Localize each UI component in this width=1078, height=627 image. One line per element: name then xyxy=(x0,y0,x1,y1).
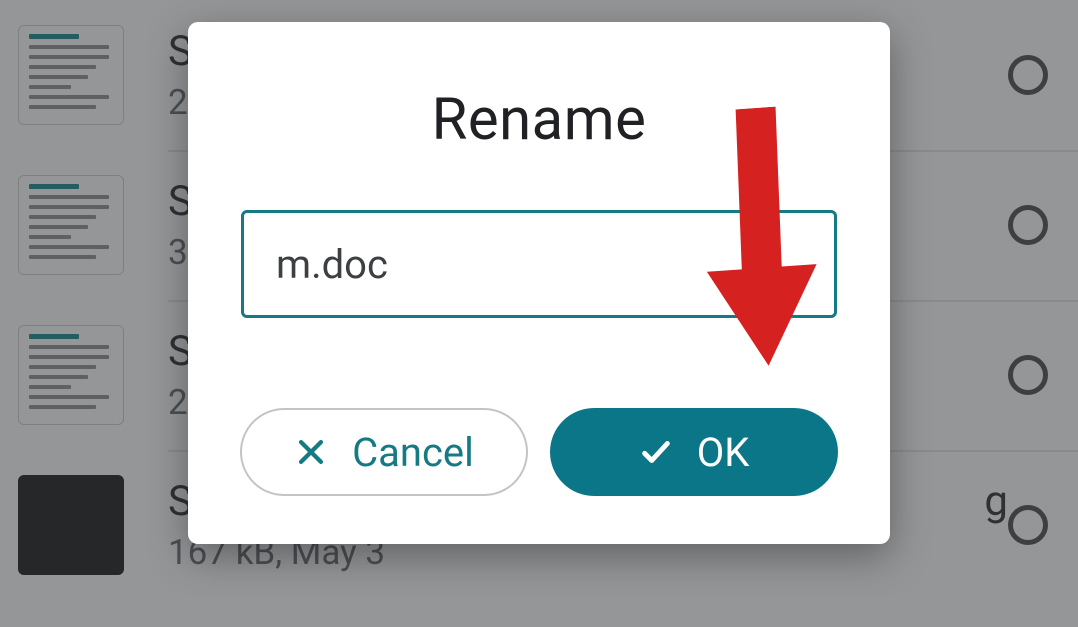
cancel-button[interactable]: Cancel xyxy=(240,408,528,496)
ok-button[interactable]: OK xyxy=(550,408,838,496)
close-icon xyxy=(294,435,328,469)
filename-input[interactable] xyxy=(241,210,837,318)
check-icon xyxy=(639,435,673,469)
dialog-button-row: Cancel OK xyxy=(238,408,840,496)
cancel-label: Cancel xyxy=(352,429,474,476)
dialog-title: Rename xyxy=(432,86,647,154)
rename-dialog: Rename Cancel OK xyxy=(188,22,890,544)
ok-label: OK xyxy=(697,429,750,476)
